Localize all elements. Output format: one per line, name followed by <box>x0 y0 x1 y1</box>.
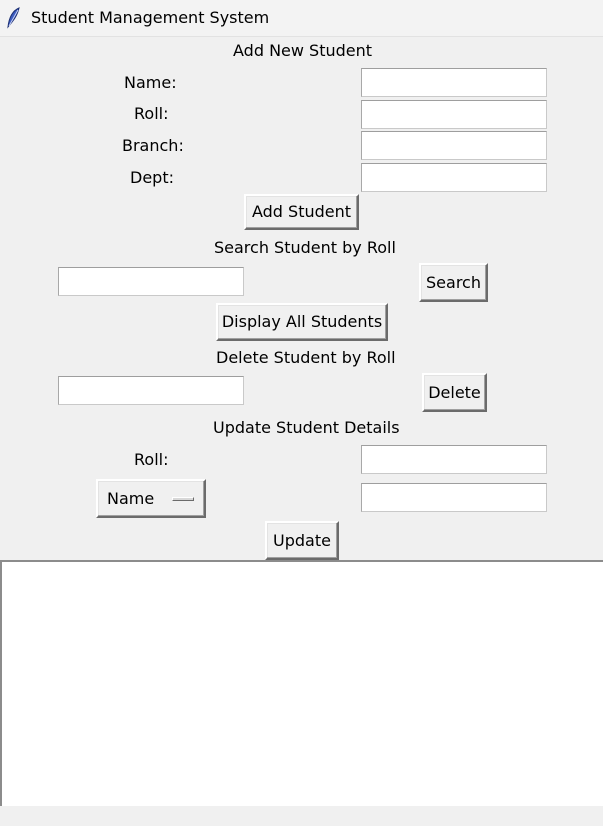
dept-input[interactable] <box>361 163 547 192</box>
roll-label: Roll: <box>134 104 169 123</box>
name-label: Name: <box>124 73 177 92</box>
dept-label: Dept: <box>130 168 174 187</box>
display-all-students-button[interactable]: Display All Students <box>216 303 388 341</box>
update-button[interactable]: Update <box>265 521 339 560</box>
search-roll-input[interactable] <box>58 267 244 296</box>
new-value-input[interactable] <box>361 483 547 512</box>
field-select-value: Name <box>107 489 155 508</box>
delete-button[interactable]: Delete <box>422 373 487 412</box>
update-roll-label: Roll: <box>134 450 169 469</box>
add-student-button[interactable]: Add Student <box>244 194 359 230</box>
roll-input[interactable] <box>361 100 547 129</box>
name-input[interactable] <box>361 68 547 97</box>
field-select-dropdown[interactable]: Name <box>96 479 206 518</box>
feather-icon <box>7 7 20 29</box>
dropdown-indicator-icon <box>172 497 194 501</box>
branch-input[interactable] <box>361 131 547 160</box>
update-roll-input[interactable] <box>361 445 547 474</box>
output-text-area[interactable] <box>0 560 603 806</box>
window-title: Student Management System <box>31 8 270 27</box>
search-button[interactable]: Search <box>419 263 488 302</box>
branch-label: Branch: <box>122 136 184 155</box>
title-bar: Student Management System <box>0 0 603 37</box>
delete-roll-input[interactable] <box>58 376 244 405</box>
add-student-heading: Add New Student <box>233 41 373 60</box>
search-student-heading: Search Student by Roll <box>214 238 396 257</box>
delete-student-heading: Delete Student by Roll <box>216 348 396 367</box>
update-student-heading: Update Student Details <box>213 418 400 437</box>
